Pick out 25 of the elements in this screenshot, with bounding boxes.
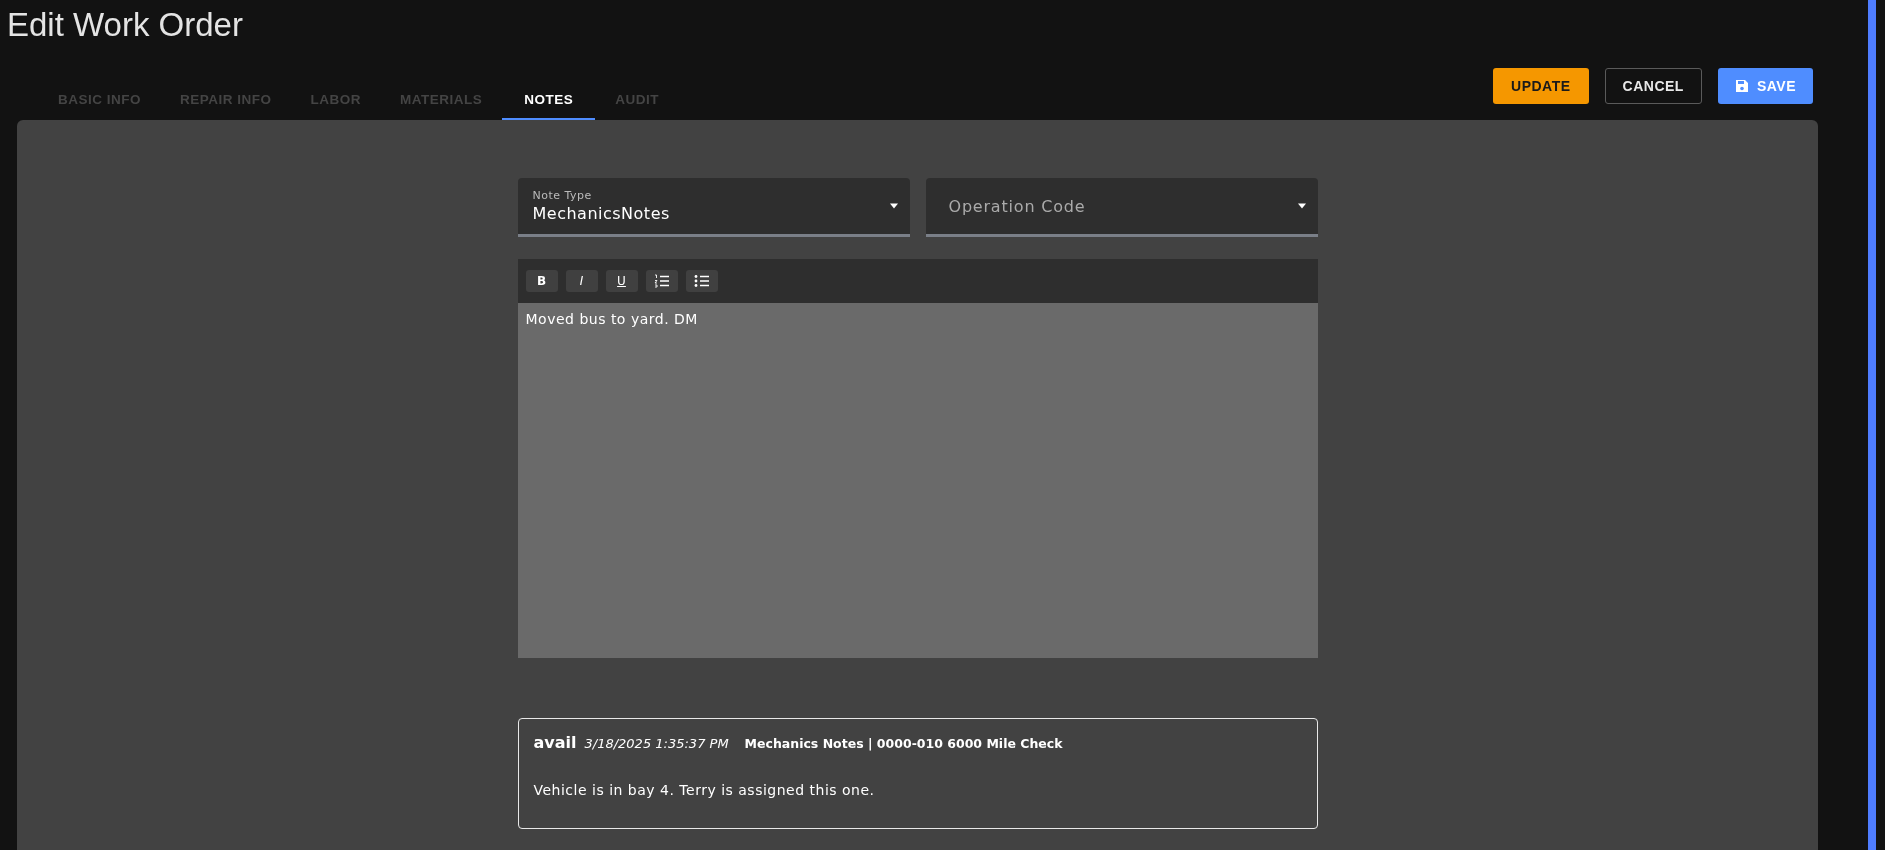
note-type-dropdown[interactable]: Note Type MechanicsNotes xyxy=(517,178,910,237)
ordered-list-button[interactable] xyxy=(645,270,678,292)
caret-icon xyxy=(1297,203,1306,209)
page-title: Edit Work Order xyxy=(7,6,244,44)
operation-code-dropdown[interactable]: Operation Code xyxy=(925,178,1318,237)
bullet-list-icon xyxy=(693,274,710,288)
save-button[interactable]: SAVE xyxy=(1717,68,1813,104)
underline-button[interactable]: U xyxy=(605,270,638,292)
field-label: Note Type xyxy=(532,189,593,202)
field-value: MechanicsNotes xyxy=(532,204,671,223)
cancel-button[interactable]: CANCEL xyxy=(1604,68,1702,104)
numbered-list-icon xyxy=(653,274,670,288)
caret-icon xyxy=(889,203,898,209)
note-author: avail xyxy=(533,733,577,752)
scrollbar[interactable] xyxy=(1868,0,1876,850)
note-body: Vehicle is in bay 4. Terry is assigned this one. xyxy=(533,782,876,798)
note-text-area[interactable]: Moved bus to yard. DM xyxy=(517,303,1318,658)
note-category: Mechanics Notes | 0000-010 6000 Mile Check xyxy=(744,736,1063,751)
save-icon xyxy=(1734,79,1749,93)
note-timestamp: 3/18/2025 1:35:37 PM xyxy=(584,736,729,751)
bold-button[interactable]: B xyxy=(525,270,558,292)
placeholder: Operation Code xyxy=(947,196,1087,216)
update-button[interactable]: UPDATE xyxy=(1493,68,1589,104)
italic-button[interactable]: I xyxy=(565,270,598,292)
bullet-list-button[interactable] xyxy=(685,270,718,292)
